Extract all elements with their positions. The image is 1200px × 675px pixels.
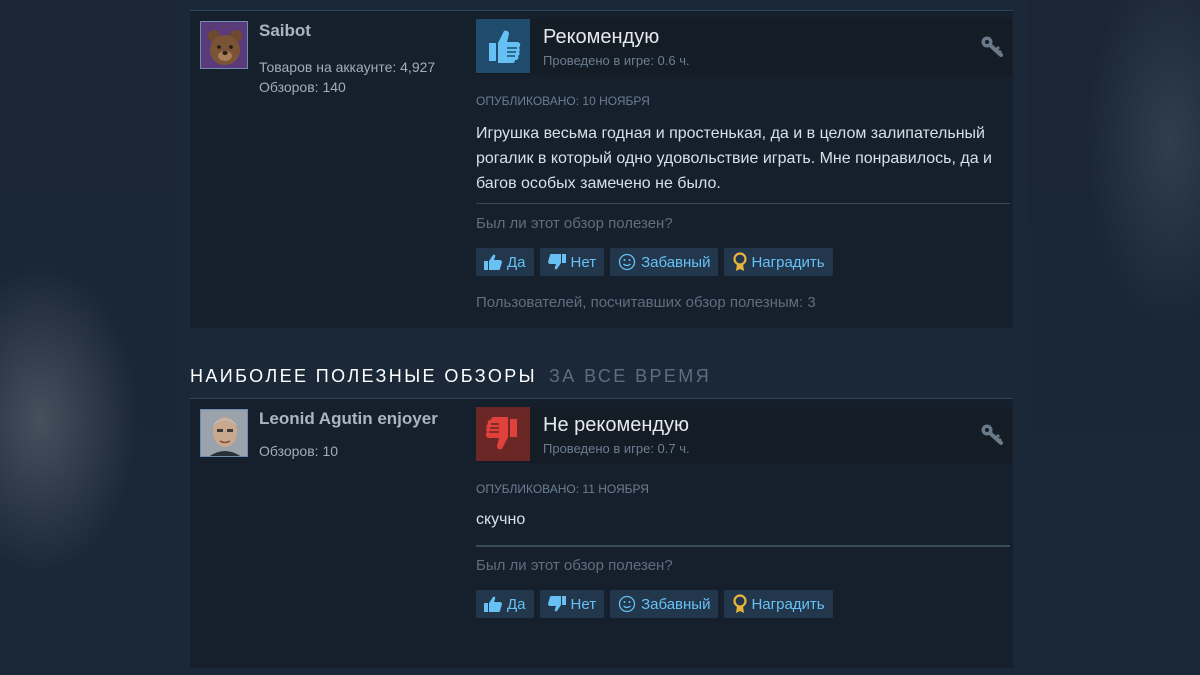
author-products-count[interactable]: Товаров на аккаунте: 4,927 [259,59,435,75]
award-button[interactable]: Наградить [724,248,833,276]
author-reviews-count[interactable]: Обзоров: 10 [259,443,338,459]
posted-date: ОПУБЛИКОВАНО: 10 НОЯБРЯ [476,94,650,108]
thumbs-down-icon [476,407,530,461]
playtime: Проведено в игре: 0.6 ч. [543,53,690,68]
review-card: Leonid Agutin enjoyer Обзоров: 10 Не рек… [190,398,1013,668]
helpful-question: Был ли этот обзор полезен? [476,557,673,574]
vote-header[interactable]: Рекомендую Проведено в игре: 0.6 ч. [476,19,1012,75]
vote-funny-button[interactable]: Забавный [610,590,719,618]
vote-funny-button[interactable]: Забавный [610,248,719,276]
vote-yes-button[interactable]: Да [476,590,534,618]
vote-yes-button[interactable]: Да [476,248,534,276]
review-text: Игрушка весьма годная и простенькая, да … [476,125,992,192]
thumbs-up-icon [484,254,502,270]
vote-no-label: Нет [570,253,597,271]
vote-funny-label: Забавный [641,595,711,613]
section-timeframe: ЗА ВСЕ ВРЕМЯ [548,366,712,386]
vote-no-label: Нет [570,595,597,613]
key-icon[interactable] [980,35,1004,57]
verdict-title[interactable]: Не рекомендую [543,414,689,437]
thumbs-down-icon [547,596,566,612]
vote-funny-label: Забавный [641,253,711,271]
author-avatar[interactable] [200,409,248,457]
key-icon[interactable] [980,423,1004,445]
section-title: НАИБОЛЕЕ ПОЛЕЗНЫЕ ОБЗОРЫ [190,366,537,386]
divider [476,545,1010,547]
smiley-icon [618,595,636,613]
section-header: НАИБОЛЕЕ ПОЛЕЗНЫЕ ОБЗОРЫ ЗА ВСЕ ВРЕМЯ [190,366,711,387]
vote-buttons: Да Нет Забавный Наградить [476,590,833,618]
divider [476,203,1010,204]
smiley-icon [618,253,636,271]
vote-no-button[interactable]: Нет [539,590,605,618]
award-icon [733,252,748,271]
vote-yes-label: Да [507,595,526,613]
author-reviews-count[interactable]: Обзоров: 140 [259,79,346,95]
found-helpful-count: Пользователей, посчитавших обзор полезны… [476,294,816,311]
award-label: Наградить [751,595,825,613]
posted-date: ОПУБЛИКОВАНО: 11 НОЯБРЯ [476,482,649,496]
vote-header[interactable]: Не рекомендую Проведено в игре: 0.7 ч. [476,407,1012,463]
award-icon [733,594,748,613]
thumbs-up-icon [476,19,530,73]
bear-avatar-icon [201,22,247,68]
playtime: Проведено в игре: 0.7 ч. [543,441,690,456]
vote-yes-label: Да [507,253,526,271]
author-name[interactable]: Saibot [259,21,311,41]
review-card: Saibot Товаров на аккаунте: 4,927 Обзоро… [190,10,1013,328]
review-text: скучно [476,511,526,528]
award-label: Наградить [751,253,825,271]
thumbs-down-icon [547,254,566,270]
author-avatar[interactable] [200,21,248,69]
helpful-question: Был ли этот обзор полезен? [476,215,673,232]
thumbs-up-icon [484,596,502,612]
author-name[interactable]: Leonid Agutin enjoyer [259,409,438,429]
person-avatar-icon [201,410,247,456]
vote-no-button[interactable]: Нет [539,248,605,276]
vote-buttons: Да Нет Забавный Наградить [476,248,833,276]
award-button[interactable]: Наградить [724,590,833,618]
verdict-title[interactable]: Рекомендую [543,26,659,49]
